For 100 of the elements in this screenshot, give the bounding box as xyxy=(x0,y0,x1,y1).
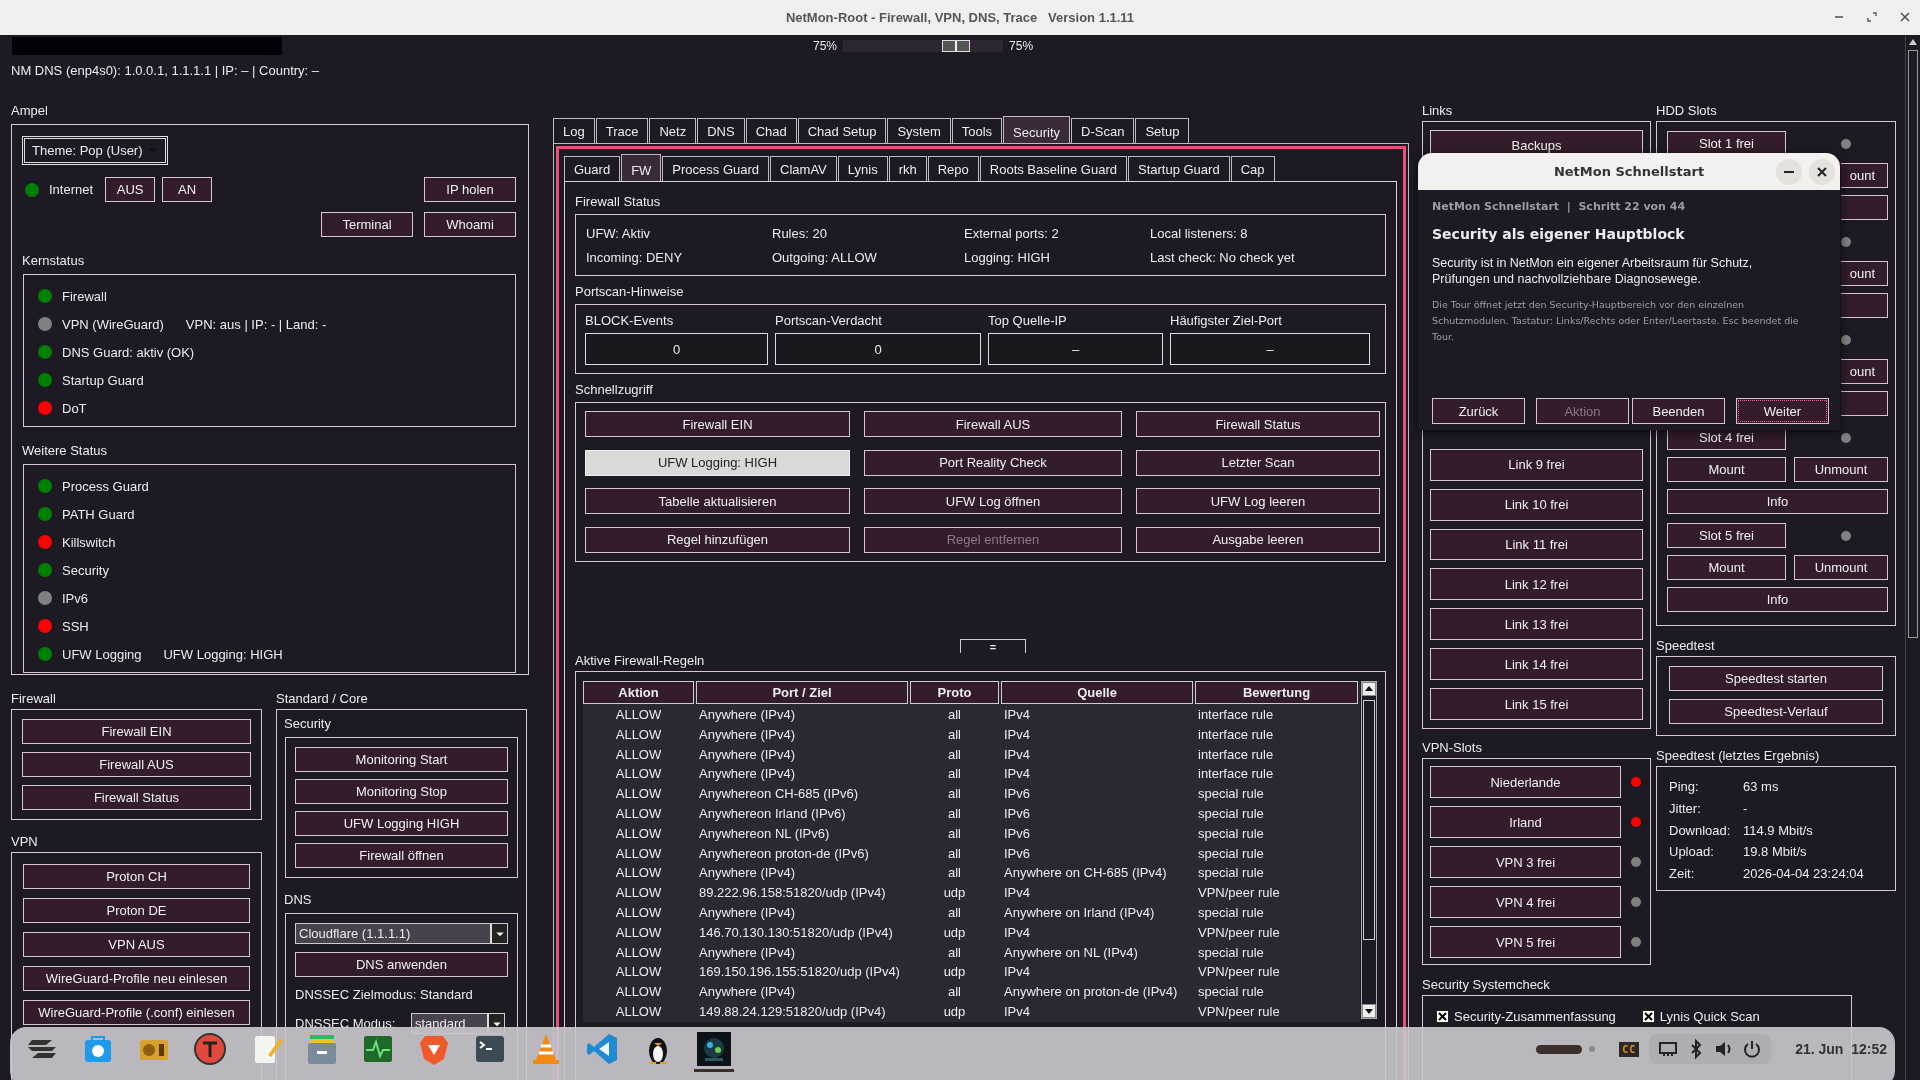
slot-button[interactable]: Slot 5 frei xyxy=(1667,523,1786,548)
tab[interactable]: Chad xyxy=(745,118,797,143)
close-button[interactable] xyxy=(1898,10,1912,24)
system-tray[interactable] xyxy=(1649,1034,1772,1064)
resolver-dropdown[interactable]: Cloudflare (1.1.1.1) xyxy=(295,923,508,944)
button[interactable]: Letzter Scan xyxy=(1136,449,1380,476)
button[interactable]: WireGuard-Profile (.conf) einlesen xyxy=(23,1000,250,1025)
workspace-dot[interactable] xyxy=(1589,1046,1596,1052)
button[interactable]: Monitoring Start xyxy=(295,747,508,772)
vpn-slot-button[interactable]: Niederlande xyxy=(1430,766,1621,798)
tab[interactable]: Chad Setup xyxy=(797,118,887,143)
tab[interactable]: Security xyxy=(1003,116,1071,143)
slot-button[interactable] xyxy=(1841,293,1888,318)
toggle-button[interactable]: AUS xyxy=(105,177,156,202)
splitter-handle[interactable]: = xyxy=(960,639,1026,653)
toggle-button[interactable]: AN xyxy=(162,177,213,202)
scrollbar-thumb[interactable] xyxy=(1363,700,1375,940)
button[interactable]: Speedtest starten xyxy=(1669,666,1883,691)
vpn-slot-button[interactable]: Irland xyxy=(1430,806,1621,838)
maximize-button[interactable] xyxy=(1865,10,1879,24)
info-button[interactable]: Info xyxy=(1667,489,1888,514)
button[interactable]: VPN AUS xyxy=(23,932,250,957)
link-button[interactable]: Link 9 frei xyxy=(1430,448,1643,481)
checkbox[interactable] xyxy=(1641,1009,1655,1023)
button[interactable]: Firewall Status xyxy=(22,785,251,810)
button[interactable]: Proton CH xyxy=(23,864,250,889)
zoom-slider[interactable] xyxy=(843,40,1004,52)
tab[interactable]: Netz xyxy=(649,118,697,143)
slider-thumb[interactable] xyxy=(942,40,971,52)
vpn-slot-button[interactable]: VPN 5 frei xyxy=(1430,926,1621,958)
button[interactable]: UFW Log leeren xyxy=(1136,488,1380,514)
button[interactable]: Firewall AUS xyxy=(22,752,251,777)
button[interactable]: Terminal xyxy=(321,212,413,237)
column-header[interactable]: Proto xyxy=(910,681,999,704)
link-button[interactable]: Link 15 frei xyxy=(1430,688,1643,720)
button[interactable]: IP holen xyxy=(424,177,516,202)
tab[interactable]: Cap xyxy=(1230,156,1275,181)
button[interactable]: Proton DE xyxy=(23,898,250,923)
link-button[interactable]: Link 10 frei xyxy=(1430,488,1643,521)
tab[interactable]: Lynis xyxy=(837,156,888,181)
unmount-button[interactable]: ount xyxy=(1841,261,1888,286)
link-button[interactable]: Link 12 frei xyxy=(1430,568,1643,601)
tab[interactable]: Trace xyxy=(595,118,649,143)
scrollbar[interactable] xyxy=(1905,36,1920,1080)
scroll-down-icon[interactable] xyxy=(1362,1004,1376,1018)
button[interactable]: Firewall öffnen xyxy=(295,843,508,868)
button[interactable]: Tabelle aktualisieren xyxy=(585,488,850,514)
link-button[interactable]: Link 13 frei xyxy=(1430,608,1643,641)
tab[interactable]: Tools xyxy=(951,118,1003,143)
button[interactable]: Firewall AUS xyxy=(864,411,1122,437)
link-button[interactable]: Link 11 frei xyxy=(1430,528,1643,561)
circle-icon[interactable] xyxy=(192,1031,228,1067)
tab[interactable]: Roots Baseline Guard xyxy=(979,156,1127,181)
button[interactable]: Speedtest-Verlauf xyxy=(1669,699,1883,724)
unmount-button[interactable]: Unmount xyxy=(1794,457,1888,482)
button[interactable]: WireGuard-Profile neu einlesen xyxy=(23,966,250,991)
button[interactable]: DNS anwenden xyxy=(295,952,508,977)
mount-button[interactable]: Mount xyxy=(1667,457,1786,482)
tab[interactable]: FW xyxy=(621,154,662,181)
button[interactable]: UFW Log öffnen xyxy=(864,488,1122,514)
slot-button[interactable] xyxy=(1841,391,1888,416)
column-header[interactable]: Bewertung xyxy=(1195,681,1358,704)
button[interactable]: Monitoring Stop xyxy=(295,779,508,804)
button[interactable]: Beenden xyxy=(1632,398,1725,424)
code-icon[interactable] xyxy=(584,1031,620,1067)
button[interactable]: UFW Logging: HIGH xyxy=(585,449,850,476)
tab[interactable]: ClamAV xyxy=(770,156,837,181)
column-header[interactable]: Aktion xyxy=(583,681,694,704)
tab[interactable]: Process Guard xyxy=(662,156,770,181)
tab[interactable]: System xyxy=(887,118,951,143)
tab[interactable]: Setup xyxy=(1135,118,1190,143)
tab[interactable]: Guard xyxy=(564,156,621,181)
tab[interactable]: Log xyxy=(553,118,595,143)
vpn-slot-button[interactable]: VPN 3 frei xyxy=(1430,846,1621,878)
minimize-button[interactable] xyxy=(1776,159,1802,185)
slot-button[interactable] xyxy=(1841,195,1888,220)
button[interactable]: Firewall EIN xyxy=(585,411,850,437)
button[interactable]: Weiter xyxy=(1736,398,1829,424)
button[interactable]: Regel hinzufügen xyxy=(585,526,850,553)
column-header[interactable]: Quelle xyxy=(1001,681,1193,704)
unmount-button[interactable]: Unmount xyxy=(1794,555,1888,580)
unmount-button[interactable]: ount xyxy=(1841,163,1888,188)
button[interactable]: Zurück xyxy=(1432,398,1525,424)
info-button[interactable]: Info xyxy=(1667,587,1888,612)
unmount-button[interactable]: ount xyxy=(1841,359,1888,384)
button[interactable]: Whoami xyxy=(424,212,516,237)
tile-icon[interactable] xyxy=(696,1031,732,1067)
scroll-up-icon[interactable] xyxy=(1362,682,1376,696)
caption-badge[interactable]: CC xyxy=(1619,1041,1640,1057)
clock[interactable]: 21. Jun 12:52 xyxy=(1795,1041,1887,1057)
theme-dropdown[interactable]: Theme: Pop (User) xyxy=(22,136,168,165)
tab[interactable]: D-Scan xyxy=(1071,118,1135,143)
button[interactable]: Firewall EIN xyxy=(22,719,251,744)
scrollbar[interactable] xyxy=(1361,681,1377,1019)
button[interactable]: Firewall Status xyxy=(1136,411,1380,437)
tab[interactable]: rkh xyxy=(888,156,927,181)
vpn-slot-button[interactable]: VPN 4 frei xyxy=(1430,886,1621,918)
column-header[interactable]: Port / Ziel xyxy=(696,681,908,704)
button[interactable]: Port Reality Check xyxy=(864,449,1122,476)
button[interactable]: UFW Logging HIGH xyxy=(295,811,508,836)
